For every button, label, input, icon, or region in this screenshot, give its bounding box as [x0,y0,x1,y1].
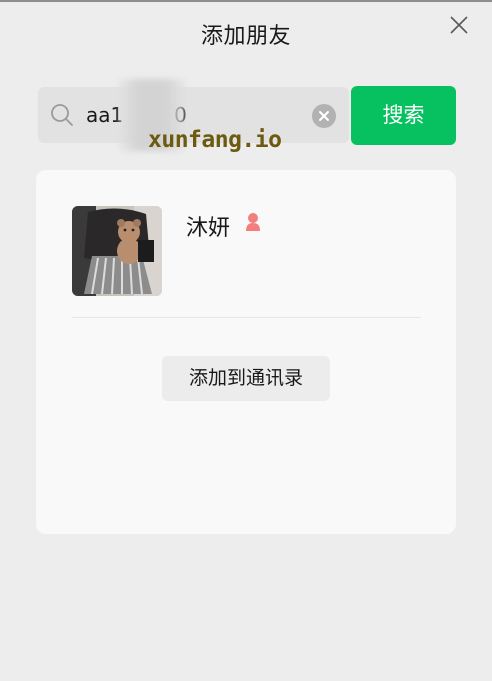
close-button[interactable] [448,14,470,36]
female-icon [246,213,260,231]
clear-search-button[interactable] [312,104,336,128]
avatar[interactable] [72,206,162,296]
search-button[interactable]: 搜索 [351,86,456,145]
window-title: 添加朋友 [200,24,291,49]
avatar-image [72,206,162,296]
add-to-contacts-button[interactable]: 添加到通讯录 [162,356,330,401]
search-result-card: 沐妍 添加到通讯录 [36,170,456,534]
clear-icon [319,111,329,121]
divider [72,317,421,318]
window-top-border [0,0,492,2]
close-icon [450,16,468,34]
contact-name: 沐妍 [186,216,231,241]
watermark-text: xunfang.io [148,127,282,153]
search-icon [51,104,73,126]
